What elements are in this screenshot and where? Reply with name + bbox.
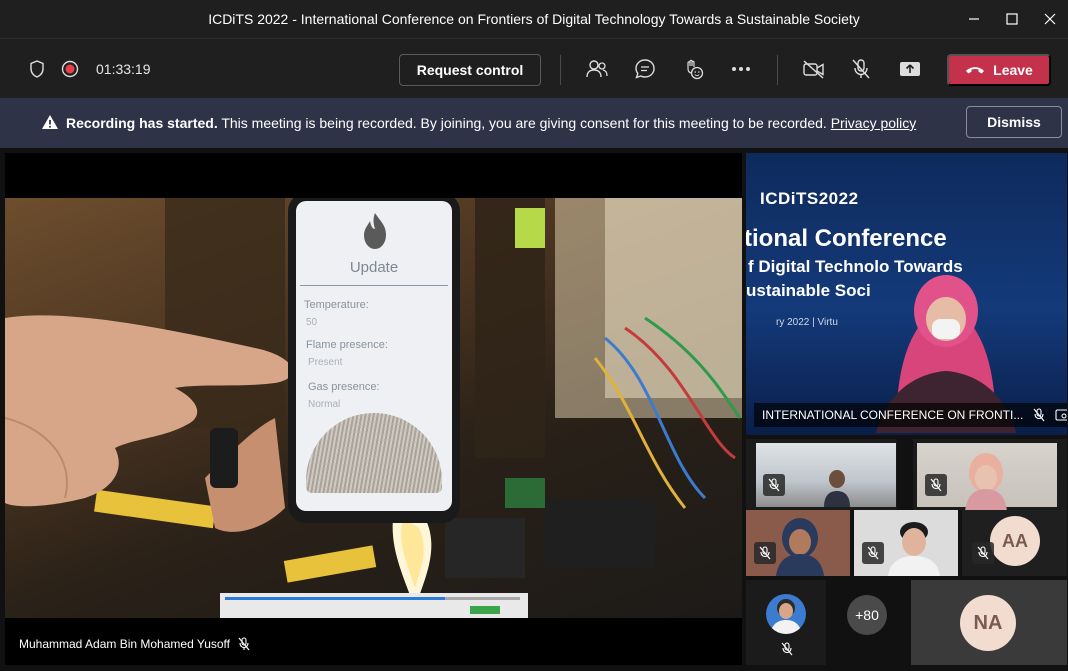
gauge-graphic: [306, 413, 442, 493]
leave-label: Leave: [993, 62, 1033, 78]
divider: [777, 55, 778, 85]
presenter-name: Muhammad Adam Bin Mohamed Yusoff: [19, 637, 231, 651]
warning-icon: [42, 115, 58, 129]
featured-name: INTERNATIONAL CONFERENCE ON FRONTI...: [762, 408, 1024, 422]
maximize-icon: [1006, 13, 1018, 25]
flame-label: Flame presence:: [306, 339, 388, 351]
chat-icon[interactable]: [629, 53, 661, 85]
gas-value: Normal: [308, 399, 341, 410]
slide-line-4: ry 2022 | Virtu: [776, 317, 838, 328]
featured-video-tile[interactable]: ICDiTS2022 tional Conference f Digital T…: [746, 153, 1067, 435]
person-silhouette: [965, 453, 1007, 510]
slide-line-3: ustainable Soci: [746, 281, 871, 300]
main-video[interactable]: Update Temperature: 50 Flame presence: P…: [5, 153, 742, 665]
mic-off-icon: [925, 474, 947, 496]
flame-icon: [364, 213, 386, 249]
meeting-toolbar: 01:33:19 Request control Leave: [0, 38, 1068, 98]
recording-message: Recording has started. This meeting is b…: [66, 115, 916, 131]
temperature-value: 50: [306, 317, 318, 328]
person-silhouette: [776, 518, 824, 576]
avatar: [766, 594, 806, 634]
divider: [560, 55, 561, 85]
temperature-label: Temperature:: [304, 299, 369, 311]
leave-button[interactable]: Leave: [947, 54, 1051, 86]
phone-icon: [966, 67, 985, 74]
participant-tile[interactable]: NA: [911, 580, 1067, 665]
more-participants-button[interactable]: +80: [847, 595, 887, 635]
reactions-icon[interactable]: [677, 53, 709, 85]
presenter-name-tag: Muhammad Adam Bin Mohamed Yusoff: [19, 637, 250, 651]
recording-banner: Recording has started. This meeting is b…: [0, 98, 1068, 148]
phone-divider: [300, 285, 448, 286]
conference-logo: ICDiTS2022: [760, 189, 859, 208]
phone-heading: Update: [349, 259, 399, 276]
avatar: NA: [960, 595, 1016, 651]
record-icon: [54, 53, 86, 85]
mic-off-icon: [781, 642, 793, 656]
meeting-stage: Update Temperature: 50 Flame presence: P…: [0, 148, 1068, 671]
mic-off-icon: [238, 637, 250, 651]
participant-tile[interactable]: [746, 439, 897, 510]
pin-icon: [1055, 409, 1067, 421]
avatar: AA: [990, 516, 1040, 566]
participant-tile[interactable]: [854, 510, 958, 576]
shield-icon[interactable]: [21, 53, 53, 85]
mic-off-icon: [1033, 408, 1045, 422]
close-button[interactable]: [1028, 0, 1068, 38]
mic-off-icon: [763, 474, 785, 496]
dismiss-button[interactable]: Dismiss: [966, 106, 1062, 138]
phone-device: Update Temperature: 50 Flame presence: P…: [288, 198, 460, 523]
mic-off-icon: [754, 542, 776, 564]
participant-tile[interactable]: AA: [962, 510, 1067, 576]
privacy-policy-link[interactable]: Privacy policy: [831, 115, 917, 131]
participant-tile[interactable]: [746, 510, 850, 576]
mic-off-icon: [972, 542, 994, 564]
mic-off-icon: [862, 542, 884, 564]
request-control-button[interactable]: Request control: [399, 54, 541, 86]
participant-tile[interactable]: [913, 439, 1067, 510]
participant-tile[interactable]: [746, 580, 826, 665]
phone-screen: Update Temperature: 50 Flame presence: P…: [296, 201, 452, 511]
flame-value: Present: [308, 357, 343, 368]
meeting-timer: 01:33:19: [96, 61, 151, 77]
participants-icon[interactable]: [581, 53, 613, 85]
video-scene: Update Temperature: 50 Flame presence: P…: [5, 198, 742, 618]
title-bar: ICDiTS 2022 - International Conference o…: [0, 0, 1068, 38]
share-icon[interactable]: [894, 53, 926, 85]
gas-label: Gas presence:: [308, 381, 380, 393]
featured-video-label: INTERNATIONAL CONFERENCE ON FRONTI...: [754, 403, 1067, 427]
slide-line-1: tional Conference: [746, 225, 947, 252]
close-icon: [1044, 13, 1056, 25]
camera-off-icon[interactable]: [798, 53, 830, 85]
consent-text: This meeting is being recorded. By joini…: [221, 115, 827, 131]
mic-off-icon[interactable]: [845, 53, 877, 85]
more-icon[interactable]: [725, 53, 757, 85]
person-silhouette: [824, 470, 850, 507]
person-silhouette: [888, 522, 940, 576]
window-title: ICDiTS 2022 - International Conference o…: [208, 11, 860, 27]
minimize-icon: [969, 18, 979, 20]
recording-started-text: Recording has started.: [66, 115, 218, 131]
person-photo: [770, 599, 802, 634]
